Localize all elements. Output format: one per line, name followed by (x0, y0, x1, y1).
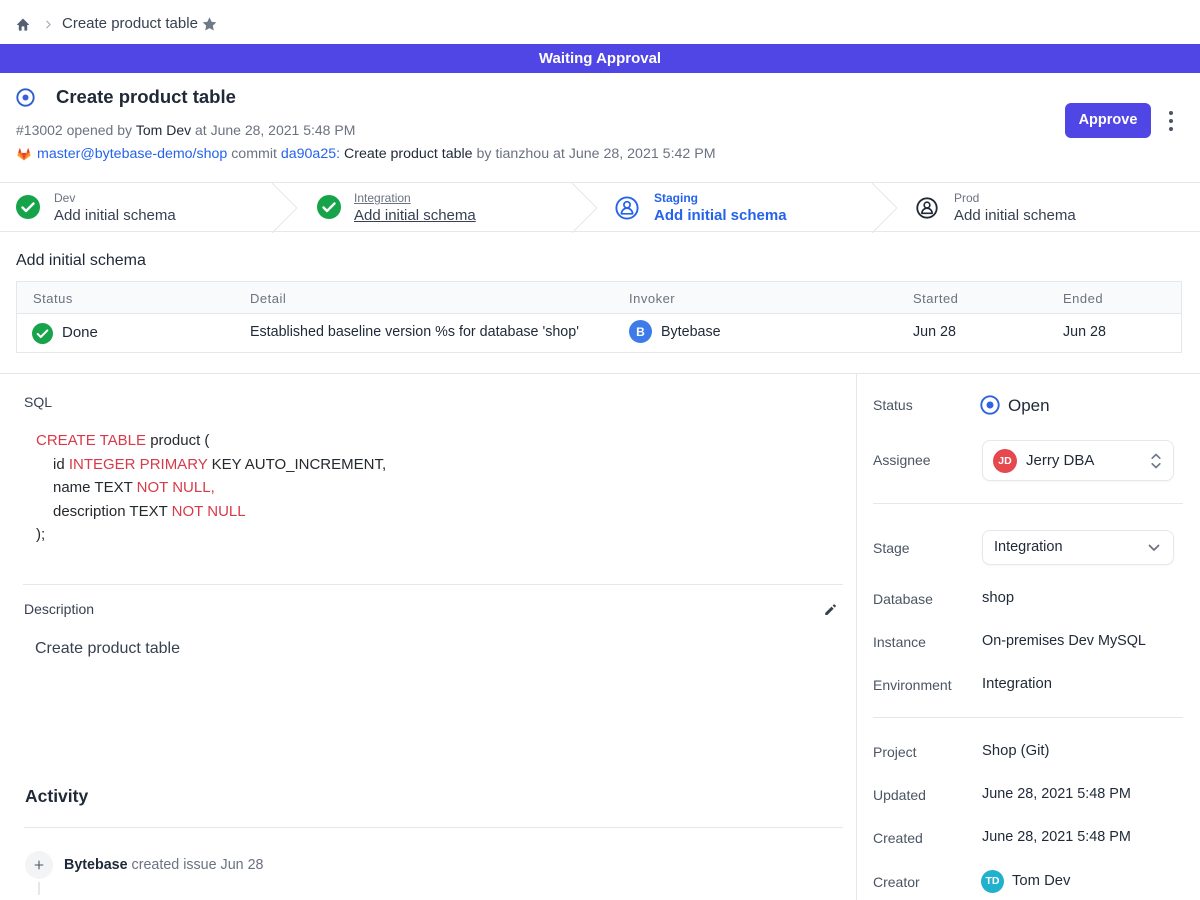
svg-text:B: B (636, 325, 645, 339)
